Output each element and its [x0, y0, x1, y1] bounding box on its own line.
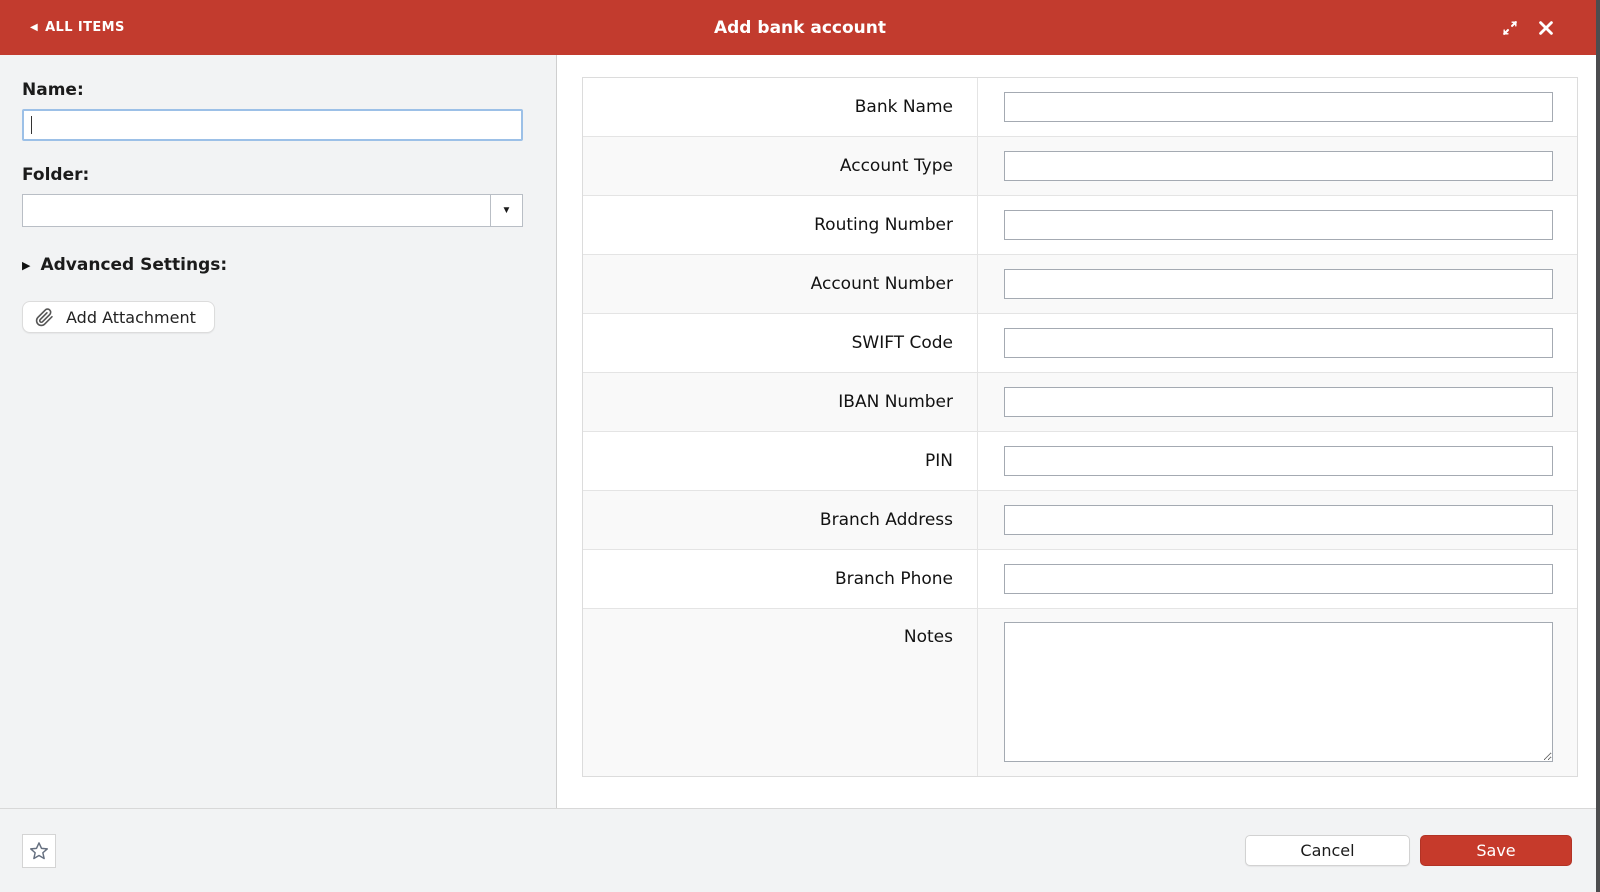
window-edge-scrollbar[interactable]: [1596, 0, 1600, 892]
dialog-title: Add bank account: [713, 17, 887, 38]
expand-icon[interactable]: [1500, 18, 1520, 38]
field-row: Account Type: [583, 137, 1577, 196]
field-label: Routing Number: [814, 215, 953, 235]
bank-name-input[interactable]: [1004, 92, 1553, 122]
favorite-button[interactable]: [22, 833, 56, 868]
field-row: PIN: [583, 432, 1577, 491]
field-row: Notes: [583, 609, 1577, 776]
iban-number-input[interactable]: [1004, 387, 1553, 417]
right-panel: Bank Name Account Type Routing Number Ac…: [557, 55, 1600, 808]
add-attachment-label: Add Attachment: [66, 307, 196, 327]
name-label: Name:: [22, 80, 84, 100]
bank-account-form: Bank Name Account Type Routing Number Ac…: [582, 77, 1578, 777]
field-row: Account Number: [583, 255, 1577, 314]
paperclip-icon: [35, 307, 53, 326]
field-label: IBAN Number: [838, 392, 953, 412]
account-number-input[interactable]: [1004, 269, 1553, 299]
close-icon[interactable]: [1536, 18, 1556, 38]
account-type-input[interactable]: [1004, 151, 1553, 181]
chevron-down-icon: ▼: [501, 205, 512, 216]
text-cursor: [31, 116, 32, 134]
add-attachment-button[interactable]: Add Attachment: [22, 301, 215, 333]
swift-code-input[interactable]: [1004, 328, 1553, 358]
branch-address-input[interactable]: [1004, 505, 1553, 535]
advanced-settings-toggle[interactable]: ▶ Advanced Settings:: [22, 255, 556, 275]
triangle-right-icon: ▶: [22, 258, 31, 272]
field-row: SWIFT Code: [583, 314, 1577, 373]
back-triangle-icon: ◀: [30, 21, 39, 33]
folder-combobox: ▼: [22, 194, 523, 227]
field-label: Branch Phone: [834, 569, 953, 589]
notes-textarea[interactable]: [1004, 622, 1553, 762]
advanced-settings-label: Advanced Settings:: [40, 255, 228, 275]
folder-input[interactable]: [22, 194, 490, 227]
field-label: Account Type: [839, 156, 953, 176]
branch-phone-input[interactable]: [1004, 564, 1553, 594]
cancel-button[interactable]: Cancel: [1245, 835, 1410, 866]
folder-label: Folder:: [22, 165, 90, 185]
field-label: Branch Address: [819, 510, 953, 530]
dialog-header: ◀ ALL ITEMS Add bank account: [0, 0, 1600, 55]
field-row: Branch Phone: [583, 550, 1577, 609]
field-row: Routing Number: [583, 196, 1577, 255]
back-all-items-button[interactable]: ◀ ALL ITEMS: [30, 20, 125, 35]
field-row: Bank Name: [583, 78, 1577, 137]
field-row: Branch Address: [583, 491, 1577, 550]
dialog-footer: Cancel Save: [0, 808, 1600, 892]
left-panel: Name: Folder: ▼ ▶ Advanced Settings: Add…: [0, 55, 557, 808]
dialog-body: Name: Folder: ▼ ▶ Advanced Settings: Add…: [0, 55, 1600, 808]
folder-dropdown-button[interactable]: ▼: [490, 194, 523, 227]
back-button-label: ALL ITEMS: [45, 20, 125, 35]
field-label: Account Number: [810, 274, 953, 294]
pin-input[interactable]: [1004, 446, 1553, 476]
name-input[interactable]: [22, 109, 523, 141]
field-label: PIN: [925, 451, 953, 471]
field-label: Bank Name: [854, 97, 953, 117]
routing-number-input[interactable]: [1004, 210, 1553, 240]
field-row: IBAN Number: [583, 373, 1577, 432]
star-icon: [30, 841, 48, 859]
field-label: SWIFT Code: [851, 333, 953, 353]
save-button[interactable]: Save: [1420, 835, 1572, 866]
field-label: Notes: [903, 627, 953, 647]
